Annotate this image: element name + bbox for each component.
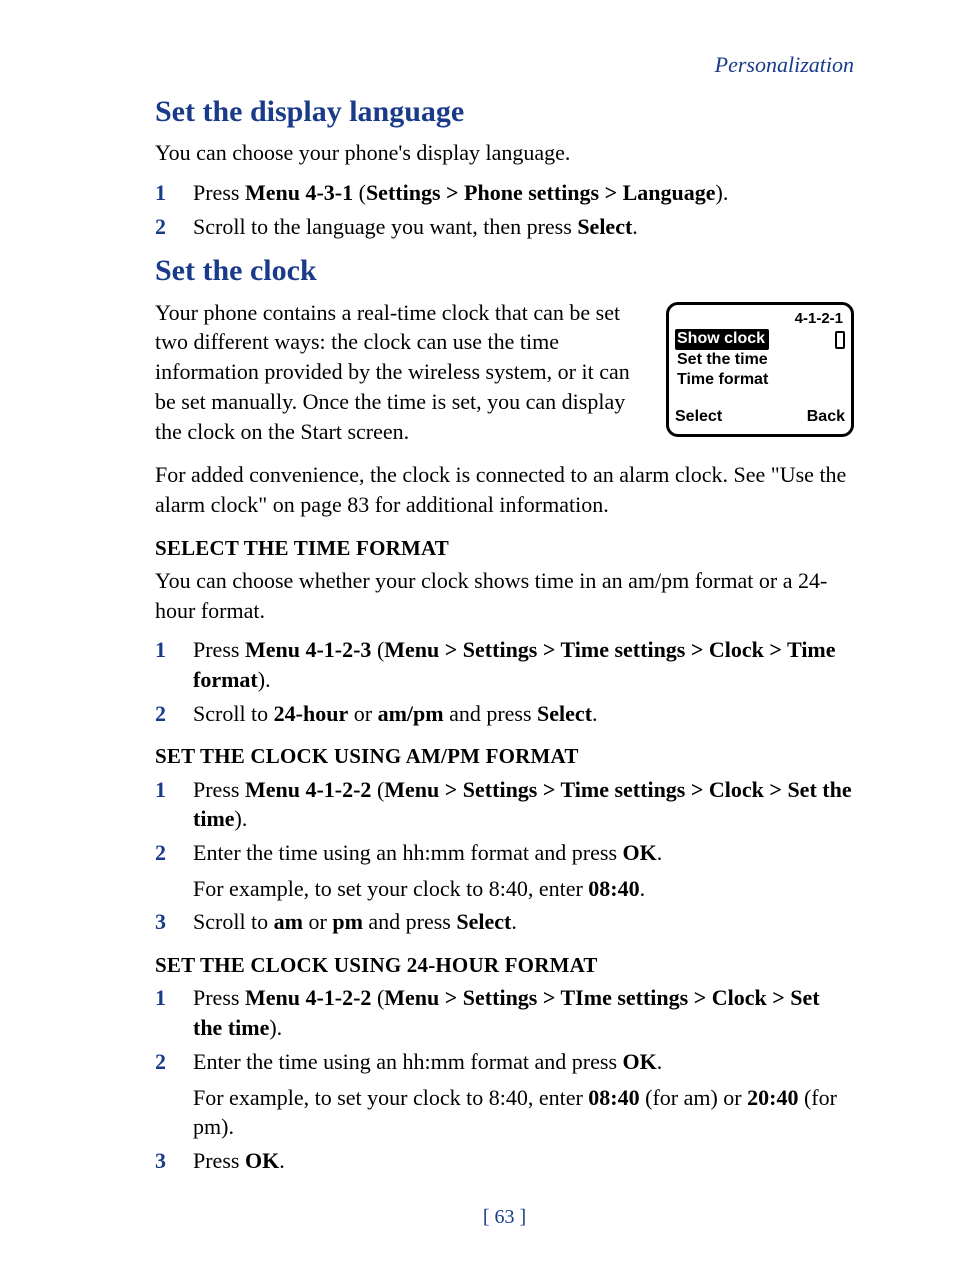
step-body: Enter the time using an hh:mm format and… bbox=[193, 1047, 854, 1142]
step: 1 Press Menu 4-1-2-2 (Menu > Settings > … bbox=[155, 983, 854, 1042]
intro-display-language: You can choose your phone's display lang… bbox=[155, 138, 854, 168]
step-body: Press Menu 4-3-1 (Settings > Phone setti… bbox=[193, 178, 854, 208]
step-body: Scroll to am or pm and press Select. bbox=[193, 907, 854, 937]
steps-24hour: 1 Press Menu 4-1-2-2 (Menu > Settings > … bbox=[155, 983, 854, 1175]
heading-time-format: SELECT THE TIME FORMAT bbox=[155, 534, 854, 562]
heading-display-language: Set the display language bbox=[155, 92, 854, 133]
step-body: Press Menu 4-1-2-2 (Menu > Settings > Ti… bbox=[193, 775, 854, 834]
step: 3 Scroll to am or pm and press Select. bbox=[155, 907, 854, 937]
heading-24hour: SET THE CLOCK USING 24-HOUR FORMAT bbox=[155, 951, 854, 979]
screen-menu-code: 4-1-2-1 bbox=[675, 309, 845, 329]
heading-ampm: SET THE CLOCK USING AM/PM FORMAT bbox=[155, 742, 854, 770]
step-body: Press OK. bbox=[193, 1146, 854, 1176]
intro-time-format: You can choose whether your clock shows … bbox=[155, 566, 854, 625]
step: 2 Enter the time using an hh:mm format a… bbox=[155, 1047, 854, 1142]
step-number: 3 bbox=[155, 907, 193, 937]
step: 3 Press OK. bbox=[155, 1146, 854, 1176]
step-body: Scroll to 24-hour or am/pm and press Sel… bbox=[193, 699, 854, 729]
phone-screen-illustration: 4-1-2-1 Show clock Set the time Time for… bbox=[666, 302, 854, 437]
heading-set-clock: Set the clock bbox=[155, 251, 854, 292]
step: 2 Enter the time using an hh:mm format a… bbox=[155, 838, 854, 903]
step-number: 1 bbox=[155, 983, 193, 1042]
screen-item: Time format bbox=[675, 370, 845, 390]
step-number: 1 bbox=[155, 775, 193, 834]
step-example: For example, to set your clock to 8:40, … bbox=[193, 1083, 854, 1142]
step-number: 1 bbox=[155, 178, 193, 208]
step-number: 3 bbox=[155, 1146, 193, 1176]
step-number: 2 bbox=[155, 699, 193, 729]
screen-item: Set the time bbox=[675, 350, 845, 370]
section-header: Personalization bbox=[155, 50, 854, 80]
step-number: 2 bbox=[155, 1047, 193, 1142]
step-body: Scroll to the language you want, then pr… bbox=[193, 212, 854, 242]
step-example: For example, to set your clock to 8:40, … bbox=[193, 874, 854, 904]
step-number: 2 bbox=[155, 212, 193, 242]
step-body: Enter the time using an hh:mm format and… bbox=[193, 838, 854, 903]
clock-paragraph-2: For added convenience, the clock is conn… bbox=[155, 460, 854, 519]
screen-item-selected: Show clock bbox=[675, 329, 769, 350]
step: 1 Press Menu 4-1-2-2 (Menu > Settings > … bbox=[155, 775, 854, 834]
page-number: [ 63 ] bbox=[155, 1204, 854, 1231]
scrollbar-icon bbox=[835, 331, 845, 349]
step-body: Press Menu 4-1-2-2 (Menu > Settings > TI… bbox=[193, 983, 854, 1042]
steps-display-language: 1 Press Menu 4-3-1 (Settings > Phone set… bbox=[155, 178, 854, 241]
step: 2 Scroll to 24-hour or am/pm and press S… bbox=[155, 699, 854, 729]
steps-ampm: 1 Press Menu 4-1-2-2 (Menu > Settings > … bbox=[155, 775, 854, 937]
step: 2 Scroll to the language you want, then … bbox=[155, 212, 854, 242]
step-number: 2 bbox=[155, 838, 193, 903]
softkey-left: Select bbox=[675, 406, 722, 428]
softkey-right: Back bbox=[807, 406, 845, 428]
step: 1 Press Menu 4-1-2-3 (Menu > Settings > … bbox=[155, 635, 854, 694]
step: 1 Press Menu 4-3-1 (Settings > Phone set… bbox=[155, 178, 854, 208]
step-number: 1 bbox=[155, 635, 193, 694]
steps-time-format: 1 Press Menu 4-1-2-3 (Menu > Settings > … bbox=[155, 635, 854, 728]
step-body: Press Menu 4-1-2-3 (Menu > Settings > Ti… bbox=[193, 635, 854, 694]
